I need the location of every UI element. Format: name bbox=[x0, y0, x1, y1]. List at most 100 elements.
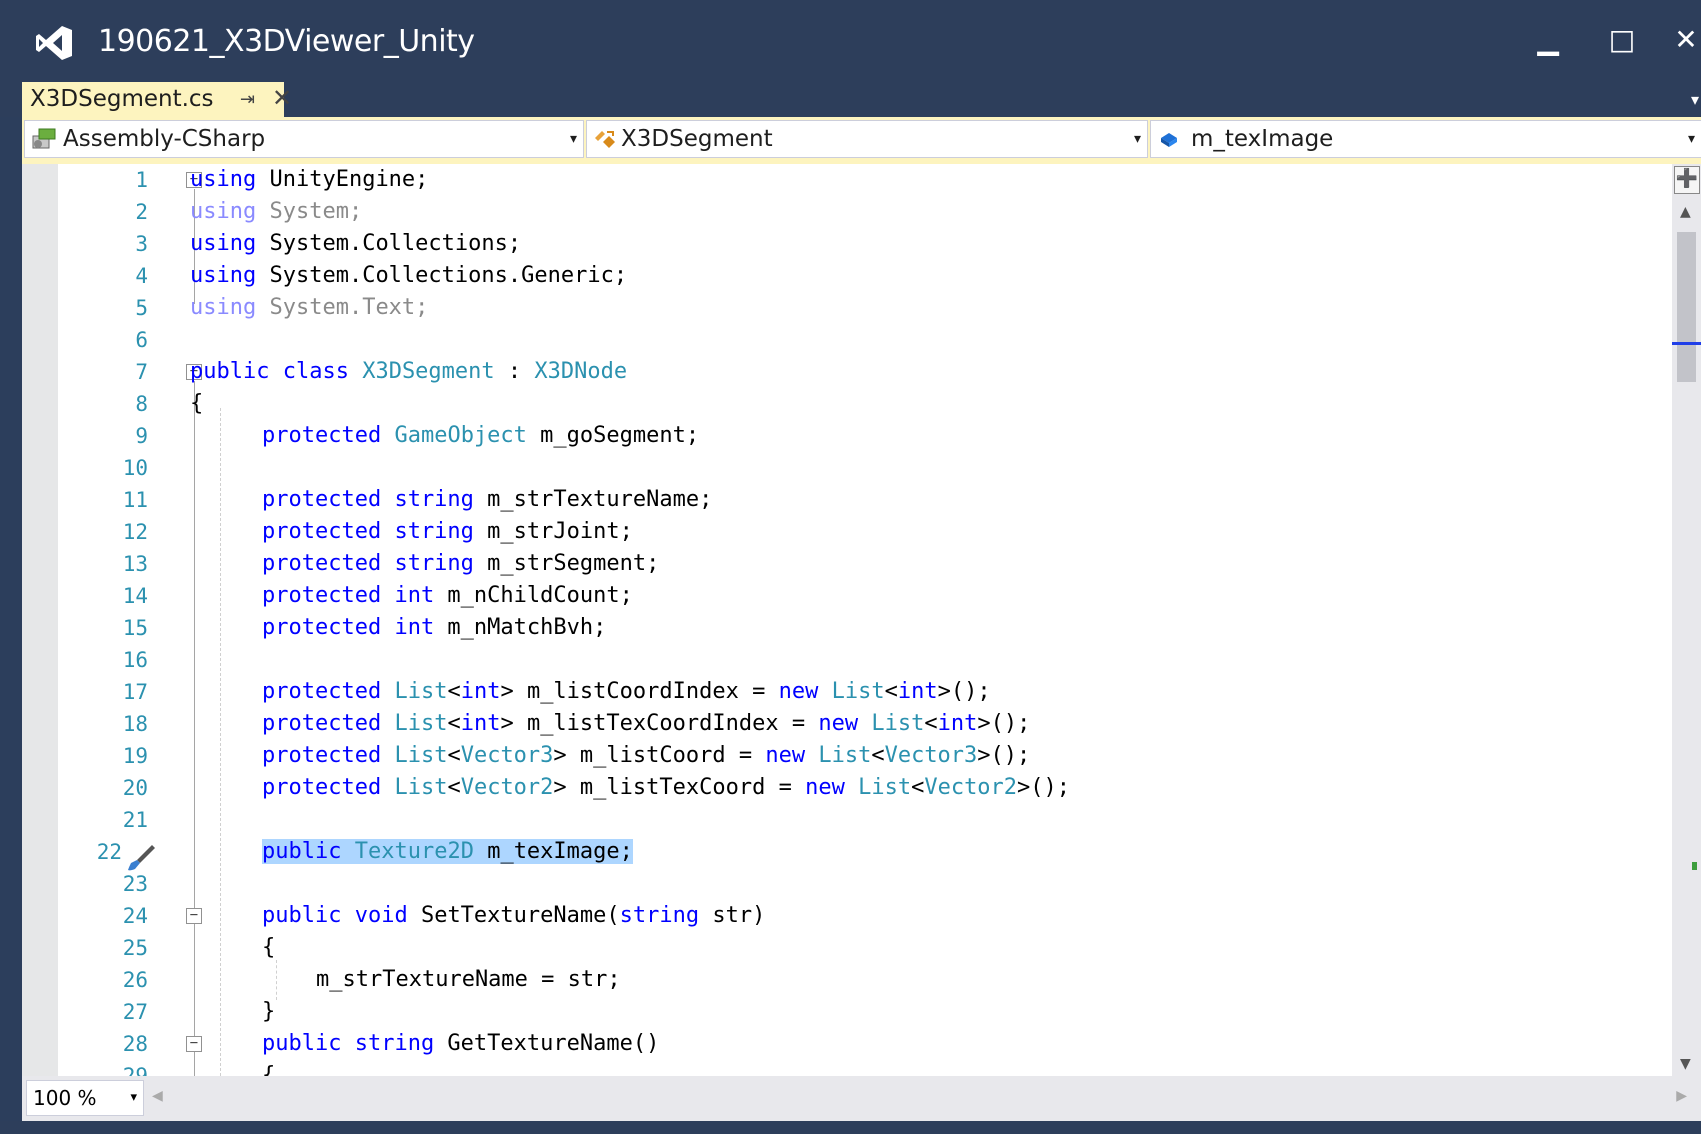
type-name: Vector2 bbox=[924, 775, 1018, 800]
code-text: < bbox=[911, 775, 925, 800]
type-name: List bbox=[394, 711, 448, 736]
code-line-13: protected string m_strSegment; bbox=[262, 548, 659, 580]
window-title: 190621_X3DViewer_Unity bbox=[98, 24, 475, 59]
keyword: public bbox=[262, 839, 342, 864]
code-line-17: protected List<int> m_listCoordIndex = n… bbox=[262, 676, 991, 708]
type-name: List bbox=[394, 775, 448, 800]
scroll-right-icon[interactable]: ▶ bbox=[1676, 1088, 1687, 1104]
keyword: protected string bbox=[262, 551, 474, 576]
code-text: m_texImage; bbox=[473, 839, 633, 864]
maximize-icon: □ bbox=[1608, 23, 1636, 56]
code-line-22: public Texture2D m_texImage; bbox=[262, 836, 633, 868]
type-name: Vector3 bbox=[460, 743, 554, 768]
type-name: GameObject bbox=[394, 423, 527, 448]
close-window-button[interactable]: ✕ bbox=[1666, 20, 1701, 60]
chevron-down-icon: ▾ bbox=[1687, 131, 1695, 147]
code-line-3: using System.Collections; bbox=[190, 228, 521, 260]
keyword: using bbox=[190, 263, 257, 288]
type-name: X3DSegment bbox=[621, 126, 773, 152]
code-text: >(); bbox=[937, 679, 991, 704]
code-text: System.Text; bbox=[256, 295, 429, 320]
code-text: < bbox=[924, 711, 938, 736]
scroll-down-icon[interactable]: ▼ bbox=[1680, 1056, 1691, 1072]
maximize-button[interactable]: □ bbox=[1602, 20, 1642, 60]
minimize-button[interactable]: ▁ bbox=[1528, 20, 1568, 60]
code-text: System.Collections; bbox=[256, 231, 522, 256]
code-text: m_nMatchBvh; bbox=[434, 615, 607, 640]
code-text: >(); bbox=[1017, 775, 1071, 800]
code-text: m_nChildCount; bbox=[434, 583, 633, 608]
code-text: m_strSegment; bbox=[473, 551, 660, 576]
pin-tab-icon[interactable]: ⇥ bbox=[240, 82, 255, 117]
keyword: int bbox=[460, 711, 501, 736]
caret-position-marker bbox=[1672, 342, 1701, 345]
code-text: > m_listCoordIndex = bbox=[500, 679, 779, 704]
code-line-28: public string GetTextureName() bbox=[262, 1028, 659, 1060]
code-text: UnityEngine; bbox=[256, 167, 429, 192]
code-line-26: m_strTextureName = str; bbox=[316, 967, 621, 992]
chevron-down-icon: ▾ bbox=[1133, 131, 1141, 147]
tab-overflow-icon[interactable]: ▾ bbox=[1691, 90, 1699, 109]
keyword: public string bbox=[262, 1031, 435, 1056]
code-text: m_strTextureName; bbox=[473, 487, 713, 512]
keyword: int bbox=[937, 711, 978, 736]
field-icon bbox=[1161, 133, 1177, 147]
project-dropdown[interactable]: Assembly-CSharp ▾ bbox=[24, 120, 584, 158]
code-line-25: { bbox=[262, 935, 276, 960]
keyword: using bbox=[190, 295, 257, 320]
code-text: m_strJoint; bbox=[473, 519, 633, 544]
keyword: new bbox=[805, 775, 845, 800]
code-line-9: protected GameObject m_goSegment; bbox=[262, 420, 699, 452]
code-text: GetTextureName() bbox=[434, 1031, 660, 1056]
code-text: < bbox=[447, 711, 461, 736]
keyword: new bbox=[778, 679, 819, 704]
type-name: X3DNode bbox=[534, 359, 628, 384]
zoom-level: 100 % bbox=[33, 1086, 97, 1110]
scroll-up-icon[interactable]: ▲ bbox=[1680, 204, 1691, 220]
project-name: Assembly-CSharp bbox=[63, 126, 266, 152]
change-marker bbox=[1692, 862, 1697, 870]
member-dropdown[interactable]: m_texImage ▾ bbox=[1150, 120, 1701, 158]
keyword: protected bbox=[262, 743, 382, 768]
code-line-8: { bbox=[190, 391, 204, 416]
class-icon bbox=[595, 131, 615, 148]
member-name: m_texImage bbox=[1191, 126, 1334, 152]
code-line-19: protected List<Vector3> m_listCoord = ne… bbox=[262, 740, 1030, 772]
status-bar bbox=[0, 1121, 1701, 1134]
keyword: protected bbox=[262, 711, 382, 736]
zoom-dropdown[interactable]: 100 % ▾ bbox=[26, 1080, 144, 1116]
title-bar: 190621_X3DViewer_Unity ▁ □ ✕ bbox=[0, 0, 1701, 85]
tab-x3dsegment-cs[interactable]: X3DSegment.cs ⇥ ✕ bbox=[22, 82, 292, 117]
keyword: int bbox=[460, 679, 501, 704]
type-dropdown[interactable]: X3DSegment ▾ bbox=[586, 120, 1148, 158]
visual-studio-window: 190621_X3DViewer_Unity ▁ □ ✕ X3DSegment.… bbox=[0, 0, 1701, 1134]
code-text: >(); bbox=[977, 743, 1031, 768]
type-name: List bbox=[818, 743, 872, 768]
keyword: new bbox=[818, 711, 859, 736]
navigation-bar: Assembly-CSharp ▾ X3DSegment ▾ m_texImag… bbox=[22, 117, 1701, 164]
keyword: protected bbox=[262, 775, 382, 800]
code-text: < bbox=[871, 743, 885, 768]
bottom-bar: 100 % ▾ ◀ ▶ bbox=[22, 1076, 1701, 1121]
chevron-down-icon: ▾ bbox=[130, 1090, 137, 1105]
keyword: protected string bbox=[262, 519, 474, 544]
code-line-27: } bbox=[262, 999, 276, 1024]
close-tab-icon[interactable]: ✕ bbox=[272, 81, 292, 116]
code-text: SetTextureName( bbox=[407, 903, 620, 928]
type-name: List bbox=[831, 679, 885, 704]
code-line-11: protected string m_strTextureName; bbox=[262, 484, 712, 516]
code-text: > m_listTexCoordIndex = bbox=[500, 711, 819, 736]
split-window-button[interactable]: ➕ bbox=[1674, 166, 1700, 194]
scrollbar-thumb[interactable] bbox=[1677, 232, 1696, 382]
type-name: List bbox=[871, 711, 925, 736]
scroll-left-icon[interactable]: ◀ bbox=[152, 1088, 163, 1104]
code-text: System.Collections.Generic; bbox=[256, 263, 628, 288]
type-name: X3DSegment bbox=[362, 359, 495, 384]
code-line-15: protected int m_nMatchBvh; bbox=[262, 612, 606, 644]
vertical-scrollbar[interactable]: ➕ ▲ ▼ bbox=[1672, 164, 1701, 1076]
code-editor[interactable]: 1 2 3 4 5 6 7 8 9 10 11 12 13 14 15 16 1… bbox=[22, 164, 1672, 1076]
keyword: using bbox=[190, 199, 257, 224]
code-text: System; bbox=[256, 199, 363, 224]
visual-studio-logo-icon bbox=[36, 26, 72, 60]
code-line-24: public void SetTextureName(string str) bbox=[262, 900, 765, 932]
